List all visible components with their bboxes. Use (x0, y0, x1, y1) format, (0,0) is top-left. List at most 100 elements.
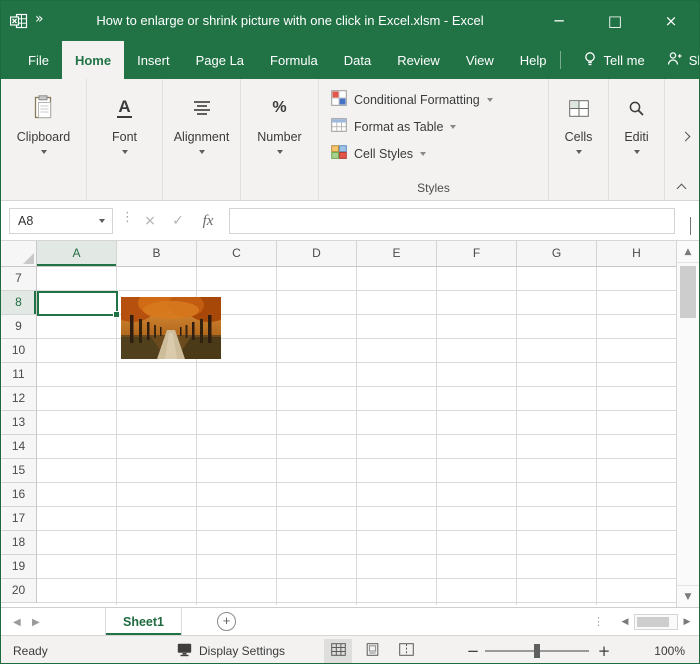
column-header[interactable]: H (597, 241, 677, 266)
row-header[interactable]: 13 (1, 411, 36, 435)
normal-view-button[interactable] (324, 639, 352, 663)
row-header[interactable]: 16 (1, 483, 36, 507)
zoom-in-button[interactable]: + (595, 642, 613, 660)
tab-data[interactable]: Data (331, 41, 384, 79)
name-box-value: A8 (18, 214, 34, 228)
chevron-down-icon (690, 217, 691, 235)
tab-splitter-handle[interactable]: ⋮ (593, 615, 604, 628)
ribbon-group-editing[interactable]: Editi (609, 79, 665, 200)
row-header[interactable]: 15 (1, 459, 36, 483)
tab-file[interactable]: File (15, 41, 62, 79)
column-header[interactable]: D (277, 241, 357, 266)
title-bar[interactable]: » How to enlarge or shrink picture with … (1, 1, 699, 41)
cancel-button[interactable]: × (137, 208, 163, 234)
sheet-nav-right-arrow[interactable]: ▶ (32, 617, 40, 628)
scroll-up-arrow[interactable]: ▲ (677, 241, 699, 263)
conditional-formatting-button[interactable]: Conditional Formatting (319, 86, 548, 113)
cell-styles-button[interactable]: Cell Styles (319, 140, 548, 167)
display-settings-label: Display Settings (199, 644, 286, 658)
vertical-scrollbar-thumb[interactable] (680, 266, 696, 318)
fill-handle[interactable] (113, 311, 120, 318)
tab-page-layout[interactable]: Page La (183, 41, 257, 79)
page-layout-icon (365, 643, 380, 659)
close-button[interactable]: × (643, 1, 699, 41)
chevron-up-icon (676, 183, 686, 194)
zoom-out-button[interactable]: − (464, 642, 482, 660)
insert-function-button[interactable]: fx (195, 208, 221, 234)
scroll-left-arrow[interactable]: ◀ (616, 611, 634, 633)
tab-home[interactable]: Home (61, 41, 125, 79)
tell-me-button[interactable]: Tell me (583, 51, 645, 70)
sheet-tab-label: Sheet1 (123, 614, 164, 629)
zoom-slider-track[interactable] (485, 644, 589, 658)
formula-bar-drag-dots[interactable]: ⋮ (121, 210, 134, 225)
horizontal-scrollbar-track[interactable] (634, 614, 678, 630)
ribbon-tab-bar: File Home Insert Page La Formula Data Re… (1, 41, 699, 79)
ribbon-group-clipboard[interactable]: Clipboard (1, 79, 87, 200)
enter-button[interactable]: ✓ (165, 208, 191, 234)
zoom-level-label[interactable]: 100% (654, 644, 685, 658)
select-all-corner[interactable] (1, 241, 37, 267)
new-sheet-button[interactable]: + (217, 612, 236, 631)
formula-input[interactable] (229, 208, 675, 234)
ribbon-group-font[interactable]: A Font (87, 79, 163, 200)
quick-access-overflow-chevron[interactable]: » (35, 11, 44, 27)
column-header[interactable]: F (437, 241, 517, 266)
expand-formula-bar-button[interactable] (690, 217, 691, 235)
cell-styles-icon (331, 145, 347, 162)
row-header[interactable]: 11 (1, 363, 36, 387)
page-break-preview-button[interactable] (392, 639, 420, 663)
tab-view[interactable]: View (453, 41, 507, 79)
row-header[interactable]: 10 (1, 339, 36, 363)
sheet-nav-left-arrow[interactable]: ◀ (13, 617, 21, 628)
tab-insert[interactable]: Insert (124, 41, 183, 79)
minimize-button[interactable]: ─ (531, 1, 587, 41)
chevron-down-icon (198, 150, 205, 154)
sheet-tab-sheet1[interactable]: Sheet1 (105, 608, 182, 635)
row-header[interactable]: 9 (1, 315, 36, 339)
column-header[interactable]: C (197, 241, 277, 266)
column-header[interactable]: G (517, 241, 597, 266)
ribbon-group-alignment[interactable]: Alignment (163, 79, 241, 200)
row-header[interactable]: 12 (1, 387, 36, 411)
cells-icon (568, 92, 589, 124)
scroll-right-arrow[interactable]: ▶ (678, 611, 696, 633)
column-header[interactable]: A (37, 241, 117, 266)
excel-window: » How to enlarge or shrink picture with … (0, 0, 700, 664)
column-header[interactable]: B (117, 241, 197, 266)
percent-icon: % (272, 99, 287, 116)
format-as-table-button[interactable]: Format as Table (319, 113, 548, 140)
tab-help[interactable]: Help (507, 41, 560, 79)
styles-item-label: Format as Table (354, 119, 444, 134)
chevron-down-icon (276, 150, 283, 154)
zoom-slider-thumb[interactable] (534, 644, 540, 658)
ribbon-scroll-right-button[interactable] (678, 109, 692, 163)
conditional-formatting-icon (331, 90, 347, 109)
row-header[interactable]: 20 (1, 579, 36, 603)
scroll-down-arrow[interactable]: ▼ (677, 585, 699, 607)
ribbon-group-label: Cells (564, 130, 593, 144)
row-header[interactable]: 7 (1, 267, 36, 291)
page-layout-view-button[interactable] (358, 639, 386, 663)
autumn-path-picture[interactable] (111, 291, 231, 359)
row-header[interactable]: 19 (1, 555, 36, 579)
view-shortcuts (324, 639, 420, 663)
horizontal-scrollbar-thumb[interactable] (637, 617, 669, 627)
row-header[interactable]: 18 (1, 531, 36, 555)
vertical-scrollbar[interactable]: ▲ ▼ (676, 241, 699, 607)
display-settings-button[interactable]: Display Settings (177, 640, 285, 662)
tab-formulas[interactable]: Formula (257, 41, 331, 79)
maximize-button[interactable]: □ (587, 1, 643, 41)
row-header[interactable]: 8 (1, 291, 36, 315)
ribbon-group-cells[interactable]: Cells (549, 79, 609, 200)
column-headers: A B C D E F G H (37, 241, 677, 267)
row-header[interactable]: 14 (1, 435, 36, 459)
name-box[interactable]: A8 (9, 208, 113, 234)
tab-review[interactable]: Review (384, 41, 453, 79)
column-header[interactable]: E (357, 241, 437, 266)
row-header[interactable]: 17 (1, 507, 36, 531)
collapse-ribbon-button[interactable] (674, 181, 688, 194)
share-button[interactable]: Share (667, 51, 699, 69)
ribbon-group-number[interactable]: % Number (241, 79, 319, 200)
chevron-down-icon (420, 151, 427, 156)
